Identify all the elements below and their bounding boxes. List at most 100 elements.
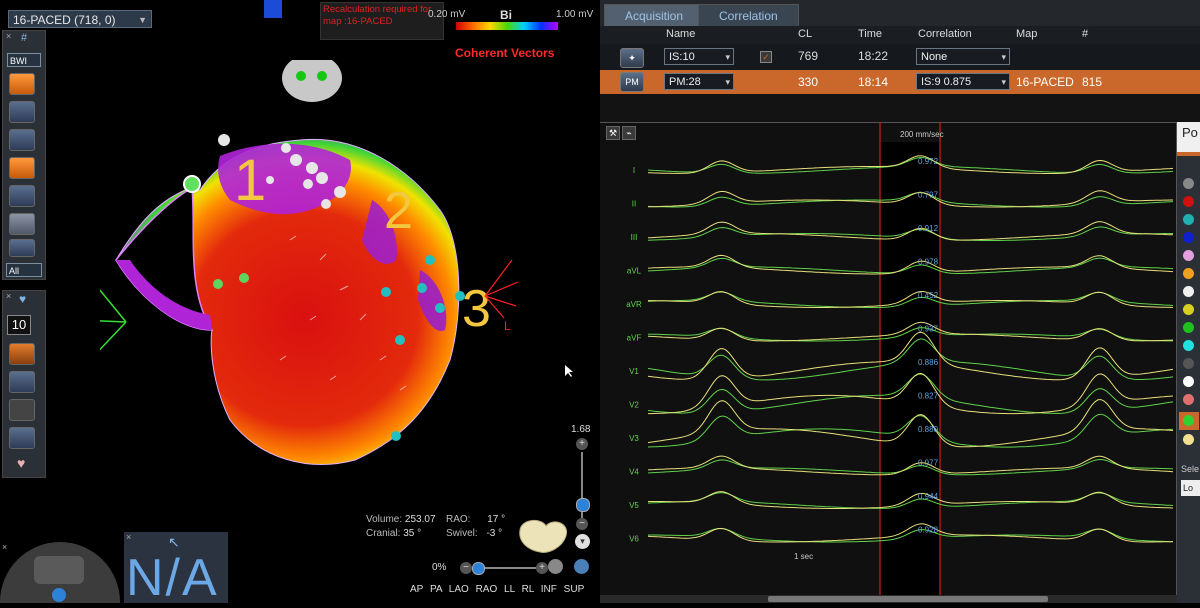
navigation-disc[interactable]: × bbox=[0, 542, 120, 603]
tab-correlation[interactable]: Correlation bbox=[698, 4, 799, 27]
lead-correlation-aVR: 0.452 bbox=[918, 291, 939, 300]
palette-tool-button[interactable] bbox=[9, 157, 35, 179]
filter-select[interactable]: All bbox=[6, 263, 42, 277]
view-ap-button[interactable]: AP bbox=[410, 584, 423, 595]
horizontal-scrollbar[interactable] bbox=[600, 595, 1177, 603]
close-icon[interactable]: × bbox=[2, 542, 7, 552]
opacity-slider-thumb[interactable] bbox=[472, 562, 485, 575]
point-tool-button[interactable] bbox=[9, 101, 35, 123]
color-swatch-cyan[interactable] bbox=[1183, 340, 1194, 351]
lead-correlation-V1: 0.886 bbox=[918, 358, 939, 367]
color-swatch-cream[interactable] bbox=[1183, 434, 1194, 445]
lead-label-I: I bbox=[633, 166, 635, 175]
view-pa-button[interactable]: PA bbox=[430, 584, 442, 595]
correlation-select[interactable]: None ▾ bbox=[916, 48, 1010, 65]
grid-icon[interactable]: # bbox=[21, 32, 27, 44]
tab-bar: Acquisition Correlation bbox=[600, 0, 1200, 27]
col-number[interactable]: # bbox=[1082, 28, 1088, 40]
select-dropdown[interactable]: Lo bbox=[1181, 480, 1200, 496]
view-rl-button[interactable]: RL bbox=[522, 584, 534, 595]
zoom-level: 1.68 bbox=[571, 424, 591, 435]
ecg-signal-view[interactable]: I 0.972 II 0.797 III 0.912 aVL 0.978 aVR 0.452 aVF… bbox=[600, 122, 1177, 603]
column-tool-button[interactable] bbox=[9, 213, 35, 235]
scrollbar-thumb[interactable] bbox=[768, 596, 1048, 602]
view-inf-button[interactable]: INF bbox=[541, 584, 557, 595]
col-time[interactable]: Time bbox=[858, 28, 882, 40]
color-swatch-gray[interactable] bbox=[1183, 178, 1194, 189]
col-name[interactable]: Name bbox=[666, 28, 695, 40]
color-scale-bar[interactable] bbox=[456, 22, 558, 30]
lead-label-V4: V4 bbox=[629, 468, 639, 477]
color-swatch-white-2[interactable] bbox=[1183, 376, 1194, 387]
color-swatch-teal[interactable] bbox=[1183, 214, 1194, 225]
mesh-tool-button[interactable] bbox=[9, 185, 35, 207]
reset-view-icon[interactable] bbox=[548, 559, 563, 574]
layer-tool-button[interactable] bbox=[9, 239, 35, 257]
mode-select[interactable]: BWI bbox=[7, 53, 41, 67]
navigation-center-icon[interactable] bbox=[52, 588, 66, 602]
zoom-out-button[interactable]: − bbox=[576, 518, 588, 530]
color-swatch-blue[interactable] bbox=[1183, 232, 1194, 243]
row-checkbox[interactable]: ✓ bbox=[760, 51, 772, 63]
map-viewer[interactable]: 16-PACED (718, 0) ▼ Recalculation requir… bbox=[0, 0, 600, 607]
na-label: N/A bbox=[126, 549, 219, 607]
opacity-increase-button[interactable]: + bbox=[536, 562, 548, 574]
lead-label-III: III bbox=[631, 233, 638, 242]
close-icon[interactable]: × bbox=[6, 291, 11, 301]
col-cl[interactable]: CL bbox=[798, 28, 812, 40]
view-rao-button[interactable]: RAO bbox=[476, 584, 498, 595]
color-swatch-red[interactable] bbox=[1183, 196, 1194, 207]
select-label: Sele bbox=[1181, 464, 1200, 474]
grid-tool-button[interactable] bbox=[9, 129, 35, 151]
name-select[interactable]: IS:10 ▾ bbox=[664, 48, 734, 65]
signal-add-icon[interactable]: ⌁ bbox=[622, 126, 636, 140]
opacity-decrease-button[interactable]: − bbox=[460, 562, 472, 574]
lead-label-aVL: aVL bbox=[627, 267, 642, 276]
pace-map-icon[interactable]: PM bbox=[620, 72, 644, 92]
lead-correlation-I: 0.972 bbox=[918, 157, 939, 166]
col-map[interactable]: Map bbox=[1016, 28, 1037, 40]
color-swatch-dark[interactable] bbox=[1183, 358, 1194, 369]
map-selector-dropdown[interactable]: 16-PACED (718, 0) ▼ bbox=[8, 10, 152, 28]
orientation-heart-icon[interactable] bbox=[512, 516, 572, 556]
table-tool-button[interactable] bbox=[9, 343, 35, 365]
view-sup-button[interactable]: SUP bbox=[564, 584, 585, 595]
color-swatch-pink[interactable] bbox=[1183, 250, 1194, 261]
annotation-1: 1 bbox=[234, 148, 266, 213]
scale-mode-label: Bi bbox=[500, 8, 512, 22]
tab-acquisition[interactable]: Acquisition bbox=[604, 4, 705, 27]
col-correlation[interactable]: Correlation bbox=[918, 28, 972, 40]
table-row[interactable]: ✦ IS:10 ▾ ✓ 769 18:22 None ▾ bbox=[600, 44, 1200, 70]
map-tool-button[interactable] bbox=[9, 73, 35, 95]
color-swatch-white[interactable] bbox=[1183, 286, 1194, 297]
table-row-selected[interactable]: PM PM:28 ▾ 330 18:14 IS:9 0.875 ▾ 16-PACED… bbox=[600, 70, 1200, 94]
color-swatch-orange[interactable] bbox=[1183, 268, 1194, 279]
color-swatch-green[interactable] bbox=[1183, 322, 1194, 333]
heart-icon[interactable]: ♥ bbox=[19, 292, 26, 306]
color-swatch-salmon[interactable] bbox=[1183, 394, 1194, 405]
name-select[interactable]: PM:28 ▾ bbox=[664, 73, 734, 90]
disabled-tool-button[interactable] bbox=[9, 399, 35, 421]
heart-tag-icon: ♥ bbox=[17, 455, 26, 471]
time-value: 18:22 bbox=[858, 49, 889, 63]
hammer-icon[interactable]: ⚒ bbox=[606, 126, 620, 140]
close-icon[interactable]: × bbox=[6, 31, 11, 41]
lead-correlation-III: 0.912 bbox=[918, 224, 939, 233]
lead-correlation-II: 0.797 bbox=[918, 191, 939, 200]
zoom-slider-thumb[interactable] bbox=[576, 498, 590, 512]
collapse-view-button[interactable]: ▾ bbox=[575, 534, 590, 549]
correlation-select[interactable]: IS:9 0.875 ▾ bbox=[916, 73, 1010, 90]
map-selector-label: 16-PACED (718, 0) bbox=[13, 13, 116, 27]
color-swatch-selected[interactable] bbox=[1179, 412, 1199, 430]
color-swatch-yellow[interactable] bbox=[1183, 304, 1194, 315]
zoom-in-button[interactable]: + bbox=[576, 438, 588, 450]
probe-tool-button[interactable] bbox=[9, 371, 35, 393]
view-lao-button[interactable]: LAO bbox=[449, 584, 469, 595]
close-icon[interactable]: × bbox=[126, 532, 131, 542]
count-input[interactable]: 10 bbox=[7, 315, 31, 335]
anatomy-map-canvas[interactable]: 1 2 3 R L bbox=[100, 60, 570, 480]
camera-tool-button[interactable] bbox=[9, 427, 35, 449]
view-ll-button[interactable]: LL bbox=[504, 584, 515, 595]
compass-icon[interactable]: ✦ bbox=[620, 48, 644, 68]
rotate-view-icon[interactable] bbox=[574, 559, 589, 574]
